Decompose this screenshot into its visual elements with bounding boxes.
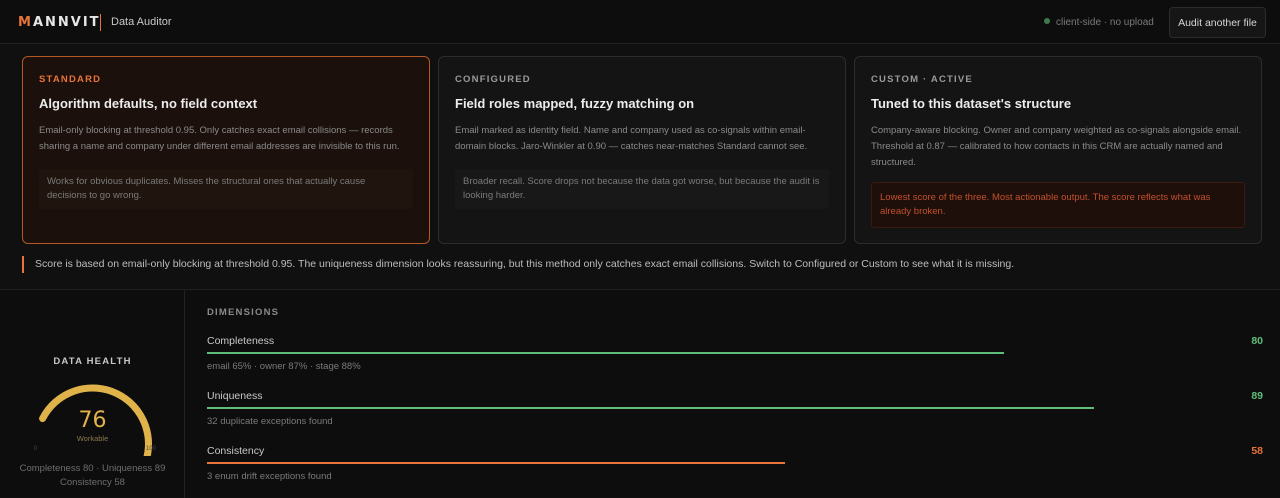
health-score-label: Workable xyxy=(76,434,109,443)
dimension-score: 80 xyxy=(1251,335,1263,347)
mode-card-custom[interactable]: CUSTOM · ACTIVE Tuned to this dataset's … xyxy=(854,56,1262,244)
dimension-name: Consistency xyxy=(207,445,265,457)
card-description: Email marked as identity field. Name and… xyxy=(455,125,808,152)
status-text: client-side · no upload xyxy=(1056,17,1154,28)
dimension-detail: 32 duplicate exceptions found xyxy=(207,416,333,427)
top-bar: MANNVIT Data Auditor client-side · no up… xyxy=(0,0,1280,44)
card-title: Field roles mapped, fuzzy matching on xyxy=(455,96,695,111)
health-score: 76 xyxy=(78,408,107,433)
dimension-bar-fill xyxy=(207,407,1095,409)
mode-card-configured[interactable]: CONFIGURED Field roles mapped, fuzzy mat… xyxy=(438,56,846,244)
brand-divider xyxy=(100,14,101,31)
card-description: Email-only blocking at threshold 0.95. O… xyxy=(39,125,400,152)
health-summary-line: Completeness 80 · Uniqueness 89 xyxy=(19,463,166,474)
health-summary-line: Consistency 58 xyxy=(60,477,125,488)
dimension-bar-track xyxy=(207,462,1263,464)
card-title: Algorithm defaults, no field context xyxy=(39,96,258,111)
card-tag: CONFIGURED xyxy=(455,74,531,85)
audit-another-file-button[interactable]: Audit another file xyxy=(1169,7,1266,38)
gauge-min-label: 0 xyxy=(34,446,38,452)
status-indicator: client-side · no upload xyxy=(1044,17,1154,28)
app-name: Data Auditor xyxy=(111,16,172,28)
card-description: Company-aware blocking. Owner and compan… xyxy=(871,125,1242,168)
card-title: Tuned to this dataset's structure xyxy=(871,96,1072,111)
dimension-name: Uniqueness xyxy=(207,390,263,402)
score-explanation-banner: Score is based on email-only blocking at… xyxy=(22,256,1022,273)
card-note: Broader recall. Score drops not because … xyxy=(455,169,829,209)
dimension-detail: 3 enum drift exceptions found xyxy=(207,471,332,482)
results-panel: DATA HEALTH 76 Workable 0 100 Completene… xyxy=(0,289,1280,498)
dimension-completeness: Completeness 80 email 65% · owner 87% · … xyxy=(207,335,1263,375)
card-tag: STANDARD xyxy=(39,74,102,85)
gauge-max-label: 100 xyxy=(146,446,157,452)
card-note: Lowest score of the three. Most actionab… xyxy=(871,182,1245,228)
dimension-bar-fill xyxy=(207,462,786,464)
dimension-consistency: Consistency 58 3 enum drift exceptions f… xyxy=(207,445,1263,485)
dimension-bar-track xyxy=(207,407,1263,409)
brand-logo: MANNVIT xyxy=(18,15,101,30)
dimension-bar-fill xyxy=(207,352,1005,354)
dimension-score: 89 xyxy=(1251,390,1263,402)
card-note: Works for obvious duplicates. Misses the… xyxy=(39,169,413,209)
dimensions-title: DIMENSIONS xyxy=(207,307,280,318)
health-summary: Completeness 80 · Uniqueness 89 Consiste… xyxy=(10,462,175,490)
dimension-uniqueness: Uniqueness 89 32 duplicate exceptions fo… xyxy=(207,390,1263,430)
data-health-title: DATA HEALTH xyxy=(53,356,132,367)
mode-card-standard[interactable]: STANDARD Algorithm defaults, no field co… xyxy=(22,56,430,244)
dimension-name: Completeness xyxy=(207,335,275,347)
dimension-score: 58 xyxy=(1251,445,1263,457)
data-health-panel: DATA HEALTH 76 Workable 0 100 Completene… xyxy=(0,290,185,498)
dimension-bar-track xyxy=(207,352,1263,354)
status-dot-icon xyxy=(1044,18,1050,24)
dimension-detail: email 65% · owner 87% · stage 88% xyxy=(207,361,361,372)
card-tag: CUSTOM · ACTIVE xyxy=(871,74,973,85)
